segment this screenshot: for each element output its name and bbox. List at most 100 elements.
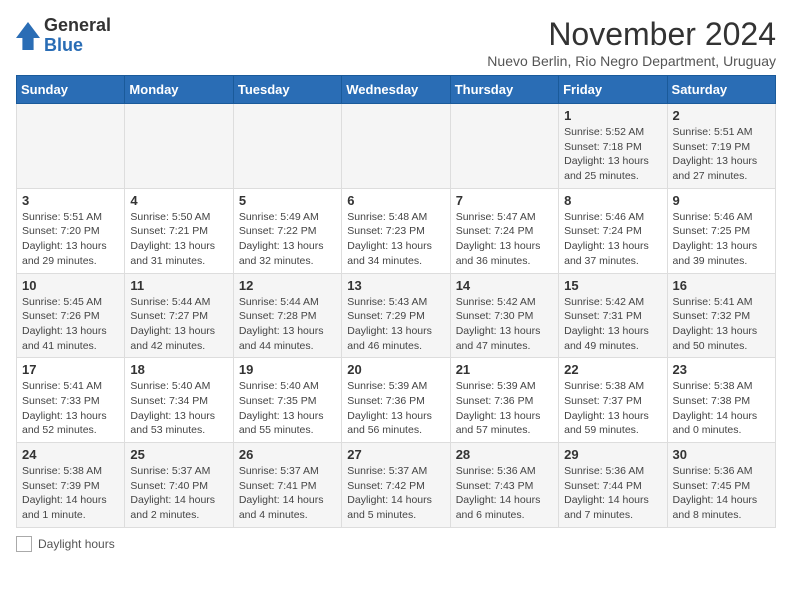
calendar-cell: 29 Sunrise: 5:36 AM Sunset: 7:44 PM Dayli… — [559, 443, 667, 528]
day-number: 20 — [347, 362, 444, 377]
calendar-cell: 1 Sunrise: 5:52 AM Sunset: 7:18 PM Daylig… — [559, 104, 667, 189]
day-number: 17 — [22, 362, 119, 377]
calendar-cell — [17, 104, 125, 189]
legend-box — [16, 536, 32, 552]
day-number: 26 — [239, 447, 336, 462]
day-number: 10 — [22, 278, 119, 293]
day-number: 23 — [673, 362, 770, 377]
day-info: Sunrise: 5:38 AM Sunset: 7:37 PM Dayligh… — [564, 379, 661, 438]
legend-label: Daylight hours — [38, 537, 115, 551]
day-info: Sunrise: 5:36 AM Sunset: 7:45 PM Dayligh… — [673, 464, 770, 523]
day-number: 29 — [564, 447, 661, 462]
calendar-cell — [342, 104, 450, 189]
day-number: 18 — [130, 362, 227, 377]
day-info: Sunrise: 5:44 AM Sunset: 7:27 PM Dayligh… — [130, 295, 227, 354]
calendar-cell: 15 Sunrise: 5:42 AM Sunset: 7:31 PM Dayli… — [559, 273, 667, 358]
day-info: Sunrise: 5:51 AM Sunset: 7:20 PM Dayligh… — [22, 210, 119, 269]
calendar-cell: 9Sunrise: 5:46 AM Sunset: 7:25 PM Daylig… — [667, 188, 775, 273]
calendar-cell: 14 Sunrise: 5:42 AM Sunset: 7:30 PM Dayli… — [450, 273, 558, 358]
title-block: November 2024 Nuevo Berlin, Rio Negro De… — [487, 16, 776, 69]
calendar-cell: 20 Sunrise: 5:39 AM Sunset: 7:36 PM Dayli… — [342, 358, 450, 443]
weekday-header-friday: Friday — [559, 76, 667, 104]
weekday-header-wednesday: Wednesday — [342, 76, 450, 104]
weekday-header-saturday: Saturday — [667, 76, 775, 104]
logo-icon — [16, 22, 40, 50]
day-number: 13 — [347, 278, 444, 293]
day-info: Sunrise: 5:37 AM Sunset: 7:42 PM Dayligh… — [347, 464, 444, 523]
day-info: Sunrise: 5:36 AM Sunset: 7:43 PM Dayligh… — [456, 464, 553, 523]
day-number: 9 — [673, 193, 770, 208]
calendar-cell: 5 Sunrise: 5:49 AM Sunset: 7:22 PM Daylig… — [233, 188, 341, 273]
calendar-cell: 3 Sunrise: 5:51 AM Sunset: 7:20 PM Daylig… — [17, 188, 125, 273]
day-number: 21 — [456, 362, 553, 377]
calendar-cell: 10 Sunrise: 5:45 AM Sunset: 7:26 PM Dayli… — [17, 273, 125, 358]
day-number: 2 — [673, 108, 770, 123]
day-number: 14 — [456, 278, 553, 293]
day-info: Sunrise: 5:41 AM Sunset: 7:32 PM Dayligh… — [673, 295, 770, 354]
calendar-cell — [450, 104, 558, 189]
weekday-header-thursday: Thursday — [450, 76, 558, 104]
calendar-cell: 12 Sunrise: 5:44 AM Sunset: 7:28 PM Dayli… — [233, 273, 341, 358]
day-info: Sunrise: 5:52 AM Sunset: 7:18 PM Dayligh… — [564, 125, 661, 184]
day-info: Sunrise: 5:46 AM Sunset: 7:24 PM Dayligh… — [564, 210, 661, 269]
day-number: 4 — [130, 193, 227, 208]
day-info: Sunrise: 5:39 AM Sunset: 7:36 PM Dayligh… — [347, 379, 444, 438]
calendar-cell: 18 Sunrise: 5:40 AM Sunset: 7:34 PM Dayli… — [125, 358, 233, 443]
day-info: Sunrise: 5:42 AM Sunset: 7:31 PM Dayligh… — [564, 295, 661, 354]
day-info: Sunrise: 5:50 AM Sunset: 7:21 PM Dayligh… — [130, 210, 227, 269]
day-number: 3 — [22, 193, 119, 208]
calendar-cell: 2 Sunrise: 5:51 AM Sunset: 7:19 PM Daylig… — [667, 104, 775, 189]
calendar-cell: 16Sunrise: 5:41 AM Sunset: 7:32 PM Dayli… — [667, 273, 775, 358]
calendar-cell — [125, 104, 233, 189]
day-number: 25 — [130, 447, 227, 462]
day-number: 8 — [564, 193, 661, 208]
calendar-cell: 19 Sunrise: 5:40 AM Sunset: 7:35 PM Dayli… — [233, 358, 341, 443]
calendar-cell: 28 Sunrise: 5:36 AM Sunset: 7:43 PM Dayli… — [450, 443, 558, 528]
day-number: 1 — [564, 108, 661, 123]
day-number: 19 — [239, 362, 336, 377]
day-info: Sunrise: 5:49 AM Sunset: 7:22 PM Dayligh… — [239, 210, 336, 269]
day-info: Sunrise: 5:47 AM Sunset: 7:24 PM Dayligh… — [456, 210, 553, 269]
calendar-cell — [233, 104, 341, 189]
day-info: Sunrise: 5:44 AM Sunset: 7:28 PM Dayligh… — [239, 295, 336, 354]
month-title: November 2024 — [487, 16, 776, 53]
calendar-cell: 7 Sunrise: 5:47 AM Sunset: 7:24 PM Daylig… — [450, 188, 558, 273]
day-number: 12 — [239, 278, 336, 293]
calendar-cell: 8 Sunrise: 5:46 AM Sunset: 7:24 PM Daylig… — [559, 188, 667, 273]
calendar-cell: 17 Sunrise: 5:41 AM Sunset: 7:33 PM Dayli… — [17, 358, 125, 443]
weekday-header-tuesday: Tuesday — [233, 76, 341, 104]
day-info: Sunrise: 5:51 AM Sunset: 7:19 PM Dayligh… — [673, 125, 770, 184]
legend: Daylight hours — [16, 536, 776, 552]
calendar-cell: 30Sunrise: 5:36 AM Sunset: 7:45 PM Dayli… — [667, 443, 775, 528]
day-number: 5 — [239, 193, 336, 208]
day-info: Sunrise: 5:45 AM Sunset: 7:26 PM Dayligh… — [22, 295, 119, 354]
day-info: Sunrise: 5:40 AM Sunset: 7:35 PM Dayligh… — [239, 379, 336, 438]
calendar: SundayMondayTuesdayWednesdayThursdayFrid… — [16, 75, 776, 528]
day-info: Sunrise: 5:38 AM Sunset: 7:39 PM Dayligh… — [22, 464, 119, 523]
day-info: Sunrise: 5:42 AM Sunset: 7:30 PM Dayligh… — [456, 295, 553, 354]
weekday-header-sunday: Sunday — [17, 76, 125, 104]
calendar-cell: 11 Sunrise: 5:44 AM Sunset: 7:27 PM Dayli… — [125, 273, 233, 358]
day-number: 28 — [456, 447, 553, 462]
day-number: 11 — [130, 278, 227, 293]
day-number: 27 — [347, 447, 444, 462]
logo-text: General Blue — [44, 16, 111, 56]
calendar-cell: 24Sunrise: 5:38 AM Sunset: 7:39 PM Dayli… — [17, 443, 125, 528]
day-number: 15 — [564, 278, 661, 293]
day-number: 7 — [456, 193, 553, 208]
calendar-cell: 4 Sunrise: 5:50 AM Sunset: 7:21 PM Daylig… — [125, 188, 233, 273]
location-subtitle: Nuevo Berlin, Rio Negro Department, Urug… — [487, 53, 776, 69]
calendar-cell: 25 Sunrise: 5:37 AM Sunset: 7:40 PM Dayli… — [125, 443, 233, 528]
day-info: Sunrise: 5:37 AM Sunset: 7:40 PM Dayligh… — [130, 464, 227, 523]
day-info: Sunrise: 5:41 AM Sunset: 7:33 PM Dayligh… — [22, 379, 119, 438]
day-info: Sunrise: 5:36 AM Sunset: 7:44 PM Dayligh… — [564, 464, 661, 523]
day-number: 22 — [564, 362, 661, 377]
day-info: Sunrise: 5:38 AM Sunset: 7:38 PM Dayligh… — [673, 379, 770, 438]
day-info: Sunrise: 5:39 AM Sunset: 7:36 PM Dayligh… — [456, 379, 553, 438]
calendar-cell: 26Sunrise: 5:37 AM Sunset: 7:41 PM Dayli… — [233, 443, 341, 528]
day-number: 6 — [347, 193, 444, 208]
calendar-cell: 22 Sunrise: 5:38 AM Sunset: 7:37 PM Dayli… — [559, 358, 667, 443]
logo: General Blue — [16, 16, 111, 56]
day-info: Sunrise: 5:40 AM Sunset: 7:34 PM Dayligh… — [130, 379, 227, 438]
day-info: Sunrise: 5:43 AM Sunset: 7:29 PM Dayligh… — [347, 295, 444, 354]
